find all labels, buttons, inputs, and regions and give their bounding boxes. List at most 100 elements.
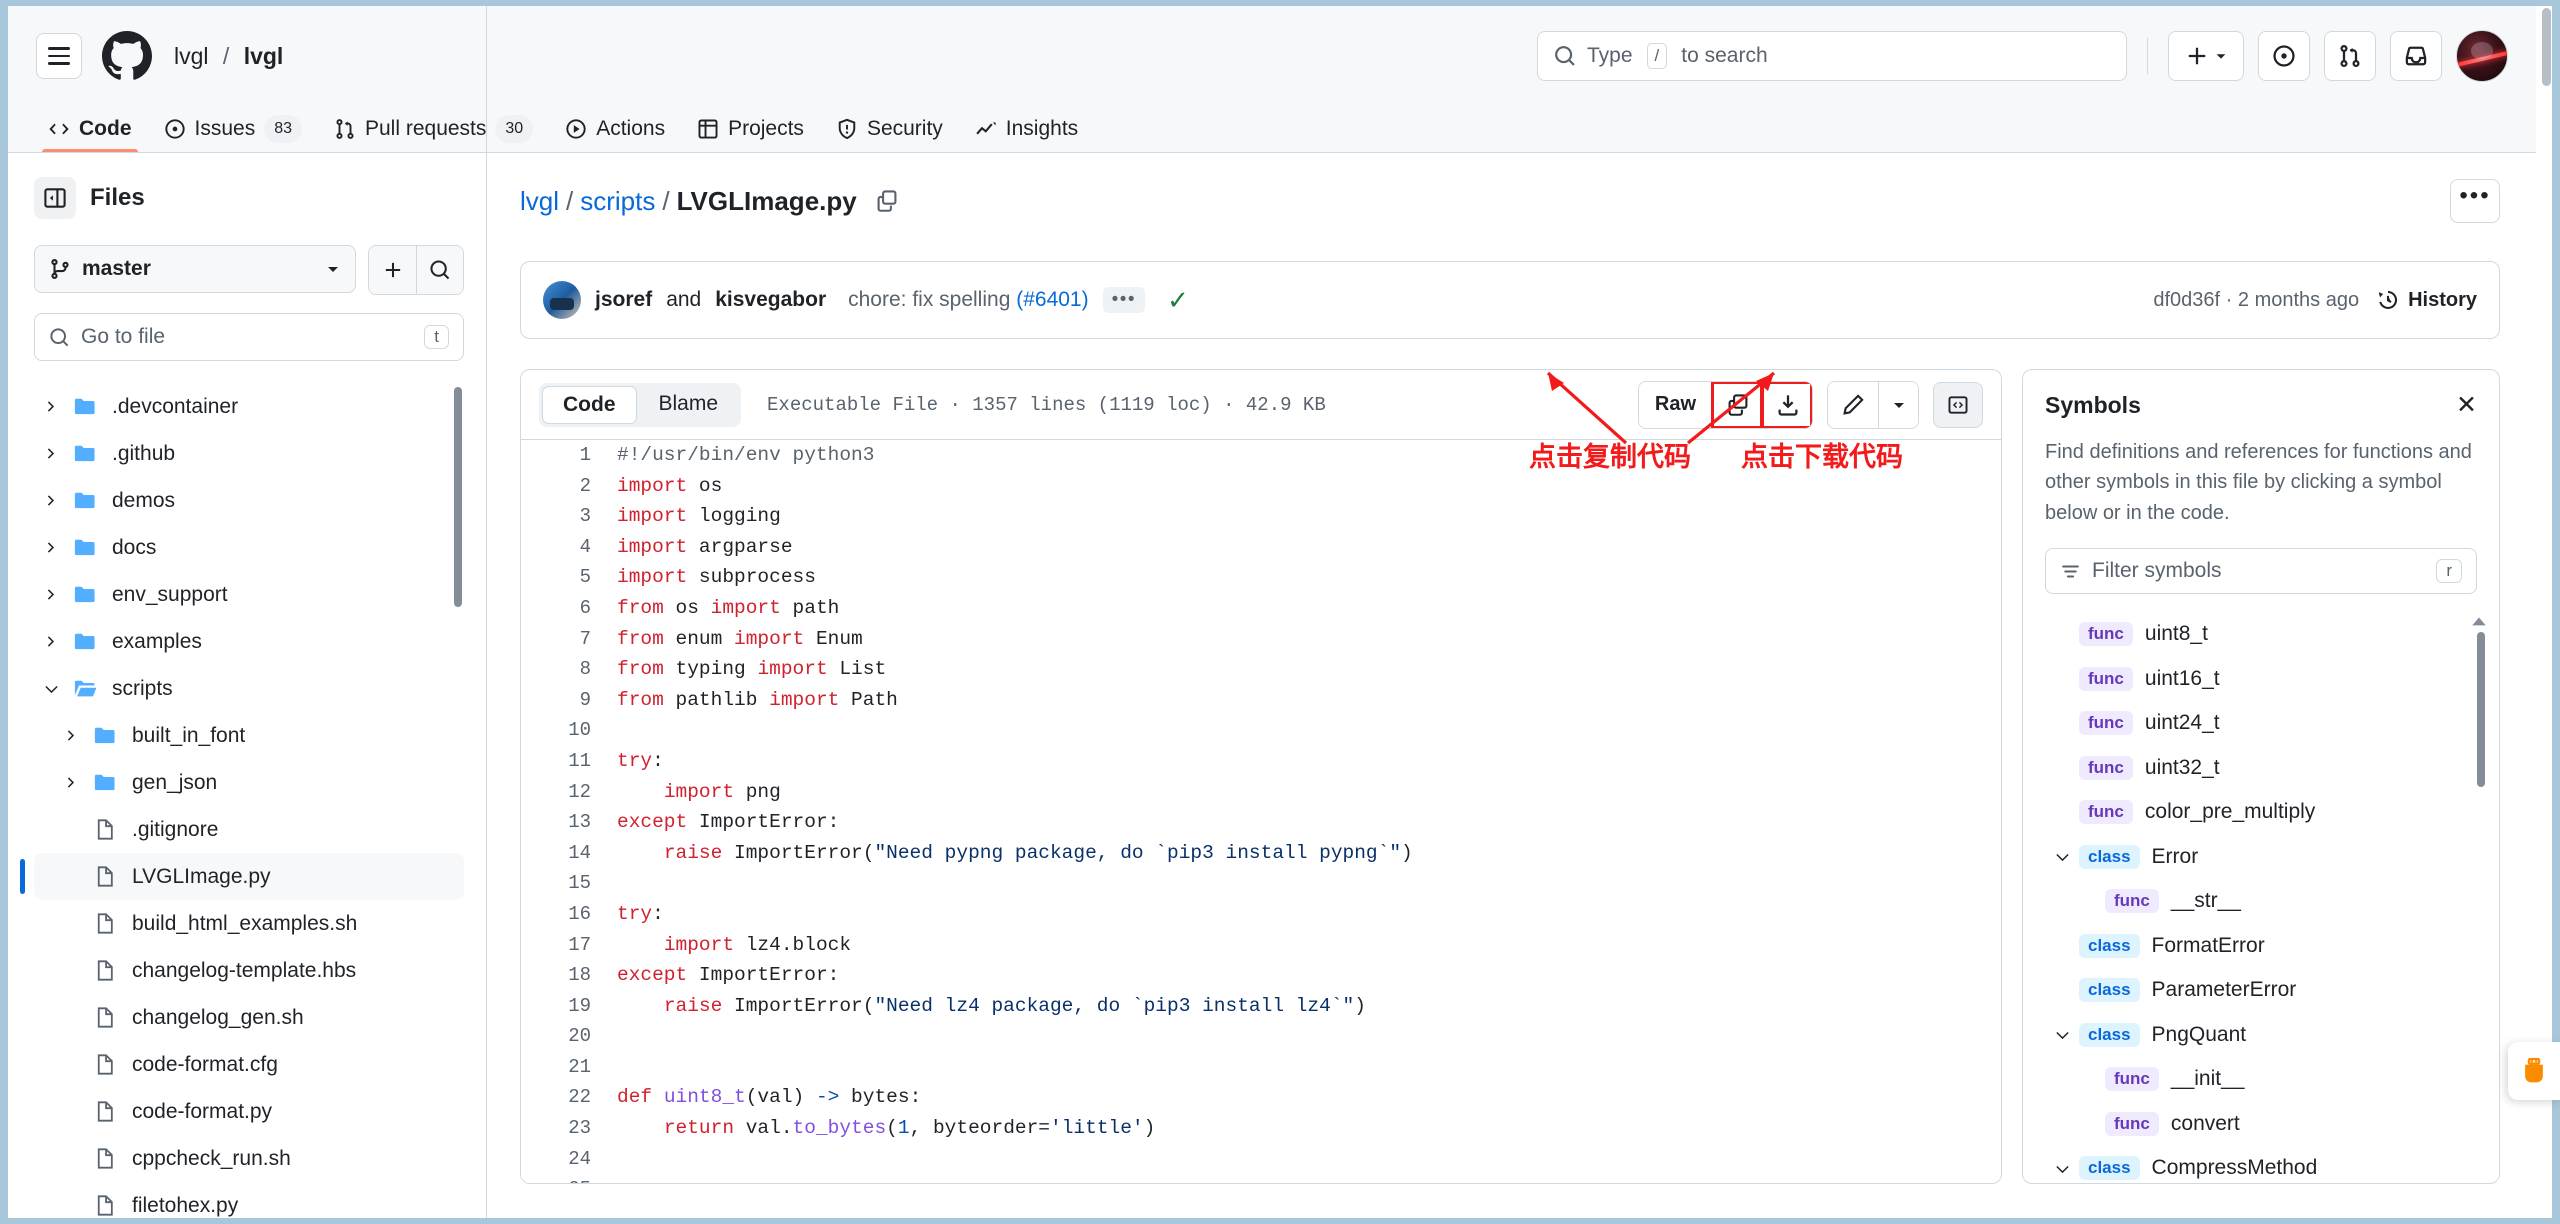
line-number[interactable]: 15 (521, 868, 617, 899)
symbols-scrollbar[interactable] (2477, 632, 2485, 788)
copy-path-icon[interactable] (875, 189, 899, 213)
file-tree-item[interactable]: changelog-template.hbs (34, 947, 464, 994)
code-line[interactable]: 14 raise ImportError("Need pypng package… (521, 838, 2001, 869)
code-line[interactable]: 7 from enum import Enum (521, 624, 2001, 655)
line-number[interactable]: 20 (521, 1021, 617, 1052)
tree-twisty[interactable] (34, 633, 68, 650)
symbol-item[interactable]: func uint32_t (2033, 746, 2499, 791)
line-number[interactable]: 9 (521, 685, 617, 716)
tab-insights[interactable]: Insights (961, 106, 1092, 152)
line-number[interactable]: 6 (521, 593, 617, 624)
line-number[interactable]: 3 (521, 501, 617, 532)
raw-button[interactable]: Raw (1638, 381, 1712, 428)
toggle-file-tree-button[interactable] (34, 177, 76, 219)
symbol-item[interactable]: func __str__ (2033, 879, 2499, 924)
line-number[interactable]: 22 (521, 1082, 617, 1113)
more-options-button[interactable]: ••• (2450, 179, 2500, 223)
file-tree-item[interactable]: .github (34, 430, 464, 477)
code-line[interactable]: 19 raise ImportError("Need lz4 package, … (521, 991, 2001, 1022)
file-tree-item[interactable]: gen_json (34, 759, 464, 806)
line-number[interactable]: 19 (521, 991, 617, 1022)
line-number[interactable]: 5 (521, 562, 617, 593)
line-number[interactable]: 21 (521, 1052, 617, 1083)
line-number[interactable]: 8 (521, 654, 617, 685)
tab-code[interactable]: Code (34, 106, 146, 152)
file-tree-item[interactable]: .devcontainer (34, 383, 464, 430)
file-tree-item[interactable]: LVGLImage.py (20, 853, 464, 900)
pull-requests-button[interactable] (2324, 31, 2376, 81)
commit-author-avatar[interactable] (543, 281, 581, 319)
symbol-item[interactable]: class FormatError (2033, 924, 2499, 969)
copy-button[interactable] (1711, 381, 1763, 428)
commit-author[interactable]: jsoref (595, 288, 652, 312)
code-line[interactable]: 23 return val.to_bytes(1, byteorder='lit… (521, 1113, 2001, 1144)
line-number[interactable]: 24 (521, 1144, 617, 1175)
edit-dropdown-button[interactable] (1878, 381, 1918, 428)
file-tree-item[interactable]: code-format.py (34, 1088, 464, 1135)
file-tree-item[interactable]: scripts (34, 665, 464, 712)
symbol-item[interactable]: func uint16_t (2033, 657, 2499, 702)
branch-selector[interactable]: master (34, 245, 356, 293)
line-number[interactable]: 18 (521, 960, 617, 991)
floating-download-widget[interactable] (2508, 1042, 2560, 1100)
symbol-twisty[interactable] (2045, 848, 2079, 865)
notifications-button[interactable] (2390, 31, 2442, 81)
line-number[interactable]: 10 (521, 715, 617, 746)
tree-twisty[interactable] (54, 727, 88, 744)
line-number[interactable]: 2 (521, 471, 617, 502)
code-line[interactable]: 20 (521, 1021, 2001, 1052)
tab-issues[interactable]: Issues 83 (150, 106, 317, 152)
issues-button[interactable] (2258, 31, 2310, 81)
code-line[interactable]: 8 from typing import List (521, 654, 2001, 685)
line-number[interactable]: 12 (521, 777, 617, 808)
code-line[interactable]: 17 import lz4.block (521, 930, 2001, 961)
file-tree-item[interactable]: env_support (34, 571, 464, 618)
commit-coauthor[interactable]: kisvegabor (715, 288, 826, 312)
file-tree-item[interactable]: cppcheck_run.sh (34, 1135, 464, 1182)
file-tree-item[interactable]: docs (34, 524, 464, 571)
close-icon[interactable]: ✕ (2456, 393, 2477, 418)
code-line[interactable]: 15 (521, 868, 2001, 899)
code-line[interactable]: 1 #!/usr/bin/env python3 (521, 440, 2001, 471)
code-line[interactable]: 16 try: (521, 899, 2001, 930)
code-line[interactable]: 11 try: (521, 746, 2001, 777)
file-tree-item[interactable]: filetohex.py (34, 1182, 464, 1218)
tree-twisty[interactable] (34, 539, 68, 556)
search-files-button[interactable] (416, 246, 463, 294)
line-number[interactable]: 13 (521, 807, 617, 838)
breadcrumb-owner[interactable]: lvgl (520, 186, 559, 216)
github-logo-icon[interactable] (102, 31, 152, 81)
symbol-item[interactable]: class CompressMethod (2033, 1146, 2499, 1183)
file-tree-item[interactable]: build_html_examples.sh (34, 900, 464, 947)
code-line[interactable]: 5 import subprocess (521, 562, 2001, 593)
tab-security[interactable]: Security (822, 106, 957, 152)
line-number[interactable]: 16 (521, 899, 617, 930)
open-symbols-panel-button[interactable] (1933, 381, 1983, 428)
code-lines[interactable]: 1 #!/usr/bin/env python3 2 import os 3 import… (521, 440, 2001, 1183)
file-tree-item[interactable]: .gitignore (34, 806, 464, 853)
line-number[interactable]: 14 (521, 838, 617, 869)
filter-symbols-input[interactable]: Filter symbols r (2045, 548, 2477, 595)
symbol-item[interactable]: func convert (2033, 1102, 2499, 1147)
tree-twisty[interactable] (34, 492, 68, 509)
repo-owner-link[interactable]: lvgl (174, 43, 209, 69)
tree-twisty[interactable] (34, 680, 68, 697)
commit-sha[interactable]: df0d36f · 2 months ago (2153, 289, 2359, 312)
tab-code-view[interactable]: Code (542, 385, 637, 424)
add-file-button[interactable] (369, 246, 416, 294)
code-line[interactable]: 4 import argparse (521, 532, 2001, 563)
file-tree-item[interactable]: demos (34, 477, 464, 524)
code-line[interactable]: 13 except ImportError: (521, 807, 2001, 838)
page-scrollbar[interactable] (2542, 8, 2551, 86)
code-line[interactable]: 3 import logging (521, 501, 2001, 532)
file-tree-item[interactable]: code-format.cfg (34, 1041, 464, 1088)
commit-expand-button[interactable]: ••• (1102, 287, 1146, 313)
tab-projects[interactable]: Projects (683, 106, 818, 152)
create-new-menu[interactable] (2168, 31, 2244, 81)
file-tree-item[interactable]: changelog_gen.sh (34, 994, 464, 1041)
file-tree-item[interactable]: examples (34, 618, 464, 665)
code-line[interactable]: 2 import os (521, 471, 2001, 502)
code-line[interactable]: 6 from os import path (521, 593, 2001, 624)
tree-twisty[interactable] (34, 586, 68, 603)
tree-twisty[interactable] (34, 445, 68, 462)
